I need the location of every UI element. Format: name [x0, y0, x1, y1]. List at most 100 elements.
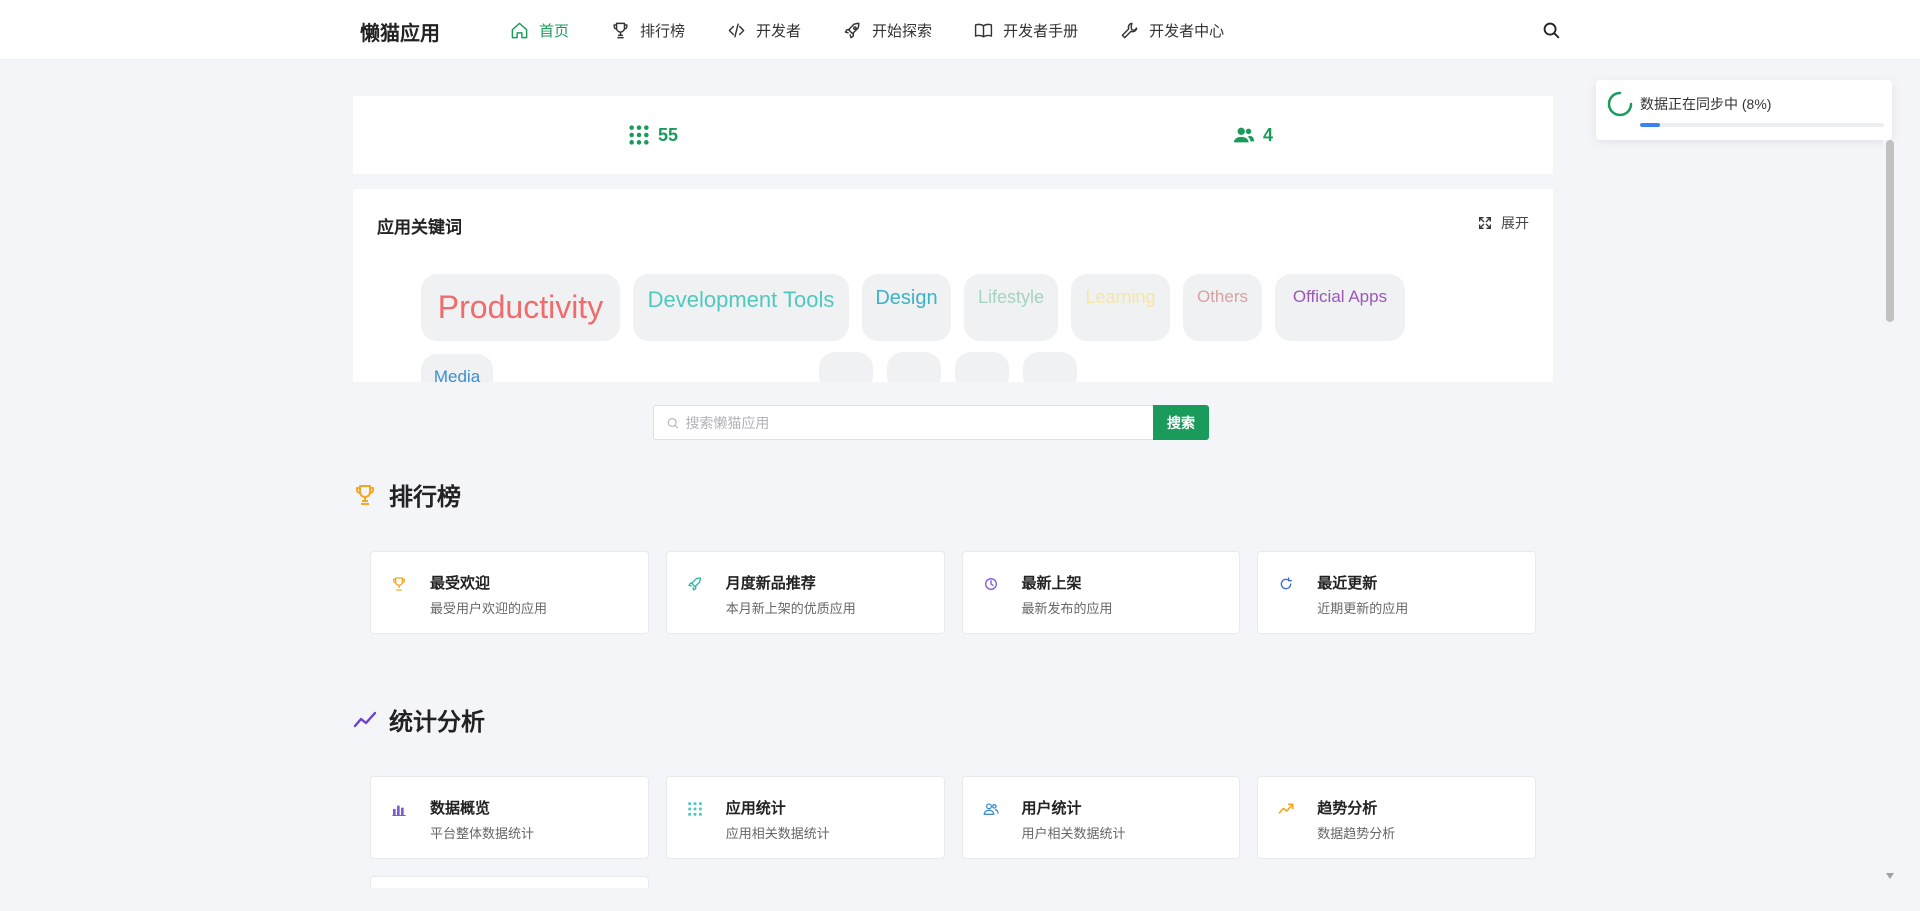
- card-title: 最近更新: [1317, 575, 1378, 592]
- ranking-cards: 最受欢迎 最受用户欢迎的应用 月度新品推荐 本月新上架的优质应用 最新上架 最新…: [370, 551, 1536, 634]
- card-title: 数据概览: [430, 800, 491, 817]
- nav-item-dev-manual[interactable]: 开发者手册: [974, 20, 1078, 41]
- card-desc: 最受用户欢迎的应用: [430, 601, 548, 616]
- nav-item-explore[interactable]: 开始探索: [843, 20, 932, 41]
- keyword-tag-others[interactable]: Others: [1183, 274, 1262, 341]
- card-latest-release[interactable]: 最新上架 最新发布的应用: [961, 551, 1241, 634]
- sync-progress-fill: [1640, 123, 1660, 127]
- keyword-tag-productivity[interactable]: Productivity: [421, 274, 620, 341]
- keyword-tags-overflow: [819, 352, 1077, 382]
- trend-icon: [1278, 803, 1294, 814]
- grid-dots-icon: [687, 802, 702, 816]
- nav-label: 开发者手册: [1003, 22, 1079, 40]
- analytics-section-title: 统计分析: [353, 702, 485, 737]
- card-desc: 应用相关数据统计: [725, 826, 830, 841]
- nav-label: 排行榜: [640, 22, 686, 40]
- user-count-value: 4: [1262, 124, 1273, 145]
- grid-dots-icon: [629, 125, 649, 145]
- keyword-tag-learning[interactable]: Learning: [1071, 274, 1170, 341]
- rocket-icon: [688, 577, 701, 591]
- section-title-label: 排行榜: [389, 484, 461, 511]
- card-title: 最受欢迎: [430, 575, 491, 592]
- card-title: 应用统计: [725, 800, 786, 817]
- home-icon: [511, 22, 528, 38]
- section-title-label: 统计分析: [389, 709, 485, 736]
- analytics-cards: 数据概览 平台整体数据统计 应用统计 应用相关数据统计 用户统计 用户相关数据统…: [370, 776, 1536, 859]
- search-input[interactable]: [685, 414, 1153, 431]
- card-partial: [370, 876, 649, 888]
- keyword-tag-lifestyle[interactable]: Lifestyle: [964, 274, 1058, 341]
- scroll-thumb[interactable]: [1886, 140, 1894, 322]
- search-icon[interactable]: [1540, 19, 1562, 41]
- card-desc: 用户相关数据统计: [1021, 826, 1126, 841]
- keyword-tag-design[interactable]: Design: [862, 274, 951, 341]
- users-icon: [1233, 127, 1255, 143]
- keyword-tag-hidden: [887, 352, 941, 382]
- nav-item-dev-center[interactable]: 开发者中心: [1120, 20, 1224, 41]
- keyword-tag-hidden: [955, 352, 1009, 382]
- nav-label: 开始探索: [872, 22, 933, 40]
- clock-icon: [984, 578, 997, 590]
- nav-item-developers[interactable]: 开发者: [727, 20, 801, 41]
- card-app-stats[interactable]: 应用统计 应用相关数据统计: [665, 776, 945, 859]
- app-search: 搜索: [653, 405, 1209, 440]
- search-icon: [667, 417, 679, 429]
- book-icon: [974, 23, 993, 38]
- scroll-down-arrow-icon[interactable]: [1886, 873, 1894, 879]
- card-most-popular[interactable]: 最受欢迎 最受用户欢迎的应用: [370, 551, 649, 634]
- sync-toast: 数据正在同步中 (8%): [1596, 80, 1892, 140]
- sync-progress-bar: [1640, 123, 1884, 127]
- keyword-tag-media[interactable]: Media: [421, 354, 493, 382]
- expand-button[interactable]: 展开: [1477, 213, 1529, 233]
- card-title: 最新上架: [1021, 575, 1082, 592]
- app-count-stat: 55: [353, 96, 953, 174]
- nav-label: 开发者: [756, 22, 802, 40]
- app-logo[interactable]: 懒猫应用: [360, 17, 440, 46]
- app-count-value: 55: [657, 124, 679, 145]
- card-data-overview[interactable]: 数据概览 平台整体数据统计: [370, 776, 649, 859]
- search-button[interactable]: 搜索: [1153, 405, 1209, 440]
- card-monthly-new[interactable]: 月度新品推荐 本月新上架的优质应用: [665, 551, 945, 634]
- nav-item-ranking[interactable]: 排行榜: [611, 20, 685, 41]
- trophy-icon: [613, 22, 628, 38]
- card-title: 用户统计: [1021, 800, 1082, 817]
- keyword-tag-development-tools[interactable]: Development Tools: [633, 274, 849, 341]
- keyword-tag-hidden: [1023, 352, 1077, 382]
- search-field: [653, 405, 1153, 440]
- loading-spinner-icon: [1607, 91, 1633, 117]
- top-header: 懒猫应用 首页 排行榜 开发者 开始探索 开发者手册 开发者中心: [0, 0, 1920, 60]
- keyword-tag-hidden: [819, 352, 873, 382]
- expand-label: 展开: [1501, 215, 1529, 231]
- card-desc: 近期更新的应用: [1317, 601, 1409, 616]
- card-user-stats[interactable]: 用户统计 用户相关数据统计: [961, 776, 1241, 859]
- ranking-section-title: 排行榜: [353, 477, 461, 512]
- expand-icon: [1479, 217, 1491, 229]
- trophy-icon: [393, 577, 405, 591]
- bar-chart-icon: [392, 805, 406, 816]
- nav-item-home[interactable]: 首页: [510, 20, 569, 41]
- users-icon: [983, 803, 999, 815]
- trend-icon: [353, 711, 377, 727]
- page-scrollbar[interactable]: [1883, 140, 1897, 911]
- user-count-stat: 4: [953, 96, 1553, 174]
- keyword-tag-official-apps[interactable]: Official Apps: [1275, 274, 1405, 341]
- nav-label: 首页: [539, 22, 570, 40]
- card-recent-update[interactable]: 最近更新 近期更新的应用: [1257, 551, 1536, 634]
- code-icon: [728, 22, 745, 38]
- trophy-icon: [356, 484, 374, 505]
- wrench-icon: [1121, 22, 1138, 38]
- card-title: 月度新品推荐: [725, 575, 816, 592]
- card-title: 趋势分析: [1317, 800, 1378, 817]
- card-desc: 本月新上架的优质应用: [725, 601, 856, 616]
- card-trend-analysis[interactable]: 趋势分析 数据趋势分析: [1257, 776, 1536, 859]
- card-desc: 最新发布的应用: [1021, 601, 1113, 616]
- main-nav: 首页 排行榜 开发者 开始探索 开发者手册 开发者中心: [510, 0, 1266, 60]
- card-desc: 平台整体数据统计: [430, 826, 535, 841]
- stats-panel: 55 4: [353, 96, 1553, 174]
- keywords-card: 应用关键词 展开 Productivity Development Tools …: [353, 189, 1553, 382]
- keywords-title: 应用关键词: [377, 218, 462, 237]
- nav-label: 开发者中心: [1149, 22, 1225, 40]
- rocket-icon: [844, 22, 860, 38]
- card-desc: 数据趋势分析: [1317, 826, 1396, 841]
- refresh-icon: [1280, 577, 1293, 590]
